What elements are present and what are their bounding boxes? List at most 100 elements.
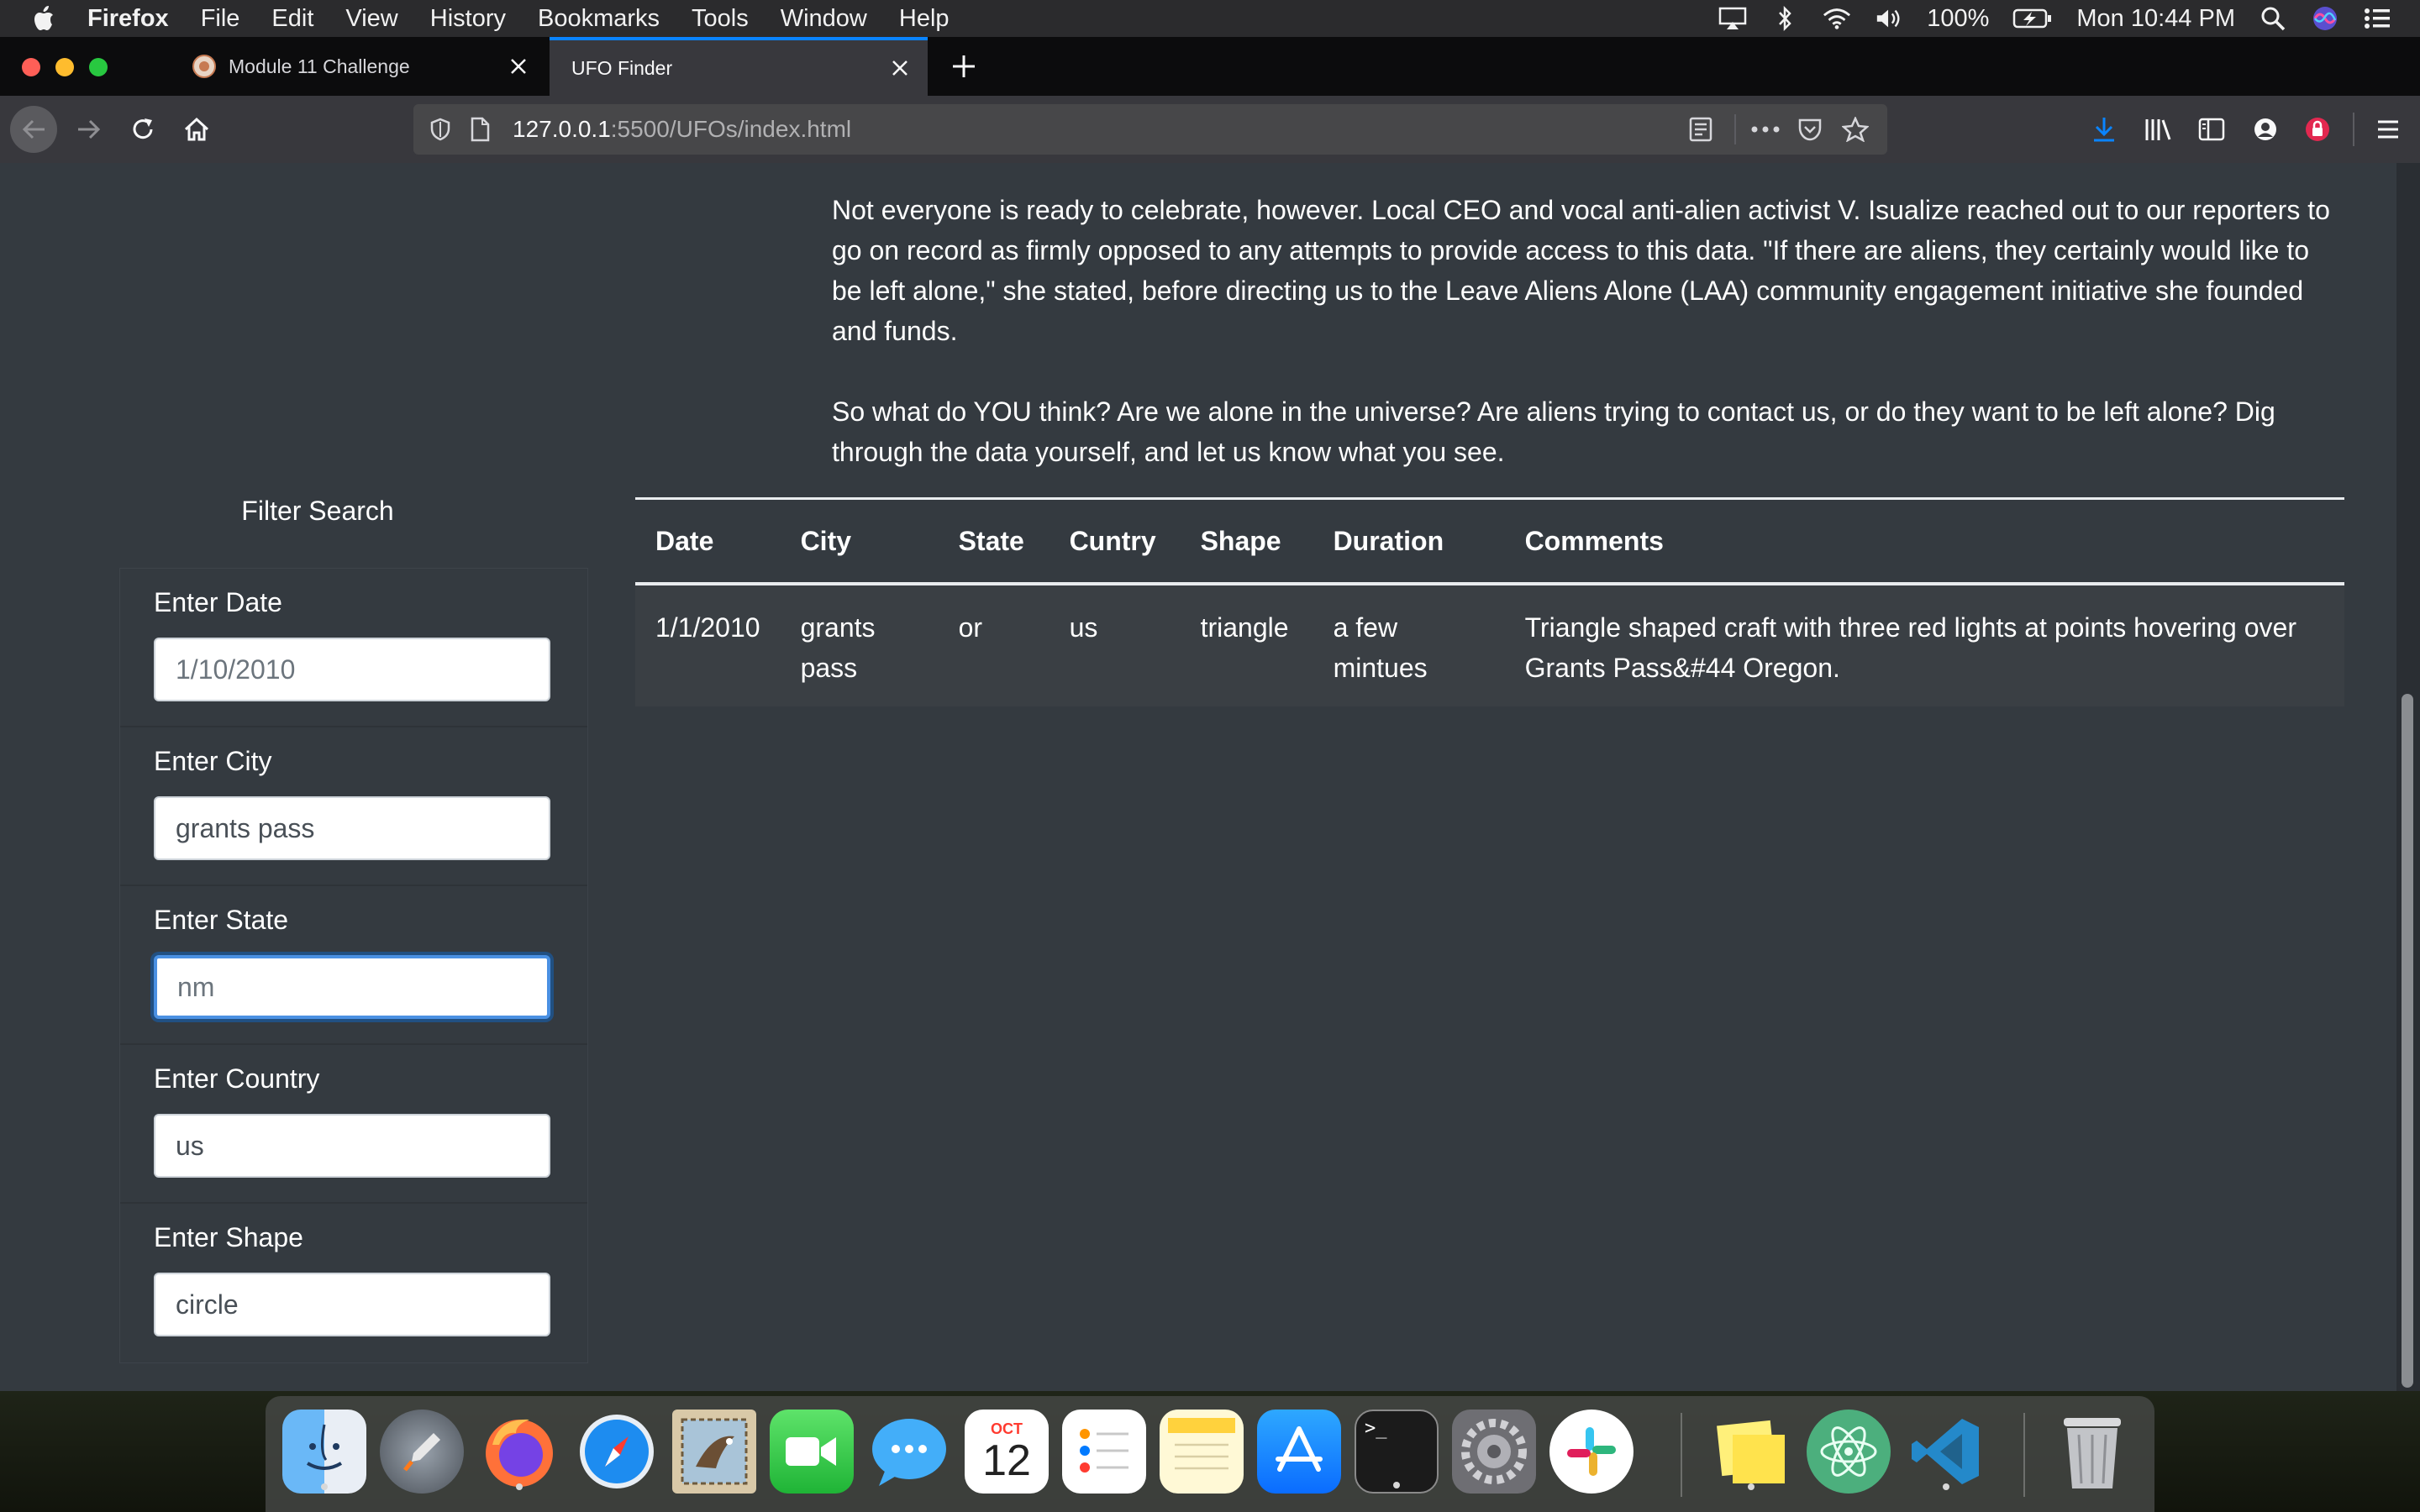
dock: OCT 12 >_ (266, 1396, 2154, 1512)
scrollbar-thumb[interactable] (2402, 694, 2413, 1388)
filter-label-shape: Enter Shape (154, 1222, 303, 1252)
firefox-icon[interactable] (477, 1410, 561, 1494)
tab-title: Module 11 Challenge (229, 55, 410, 77)
filter-label-date: Enter Date (154, 587, 282, 617)
cell-state: or (938, 584, 1050, 706)
menu-view[interactable]: View (345, 5, 397, 33)
system-preferences-icon[interactable] (1452, 1410, 1536, 1494)
menu-help[interactable]: Help (899, 5, 950, 33)
menubar-clock[interactable]: Mon 10:44 PM (2076, 5, 2235, 33)
dock-separator (2023, 1413, 2025, 1497)
filter-item-date: Enter Date (120, 569, 587, 727)
bookmark-star-icon[interactable] (1839, 104, 1872, 155)
home-icon[interactable] (173, 106, 220, 153)
reminders-icon[interactable] (1062, 1410, 1146, 1494)
page-info-icon[interactable] (466, 104, 494, 155)
notes-icon[interactable] (1160, 1410, 1244, 1494)
mail-icon[interactable] (672, 1410, 756, 1494)
url-path: :5500/UFOs/index.html (610, 116, 852, 142)
reload-icon[interactable] (119, 106, 166, 153)
messages-icon[interactable] (867, 1410, 951, 1494)
safari-icon[interactable] (575, 1410, 659, 1494)
column-header-state[interactable]: State (938, 497, 1050, 585)
vscode-icon[interactable] (1904, 1410, 1988, 1494)
table-row: 1/1/2010 grants pass or us triangle a fe… (635, 584, 2344, 706)
tracking-protection-shield-icon[interactable] (424, 104, 457, 155)
filter-label-city: Enter City (154, 746, 272, 776)
column-header-duration[interactable]: Duration (1313, 497, 1505, 585)
column-header-date[interactable]: Date (635, 497, 781, 585)
tab-close-icon[interactable] (509, 37, 528, 96)
menu-edit[interactable]: Edit (271, 5, 313, 33)
running-indicator (321, 1483, 328, 1490)
web-page-content: Not everyone is ready to celebrate, howe… (0, 163, 2396, 1391)
terminal-icon[interactable]: >_ (1355, 1410, 1439, 1494)
app-store-icon[interactable] (1257, 1410, 1341, 1494)
window-zoom-button[interactable] (89, 58, 108, 76)
forward-button[interactable] (66, 106, 113, 153)
slack-icon[interactable] (1549, 1410, 1634, 1494)
tab-title: UFO Finder (571, 56, 673, 79)
menu-bookmarks[interactable]: Bookmarks (538, 5, 660, 33)
calendar-icon[interactable]: OCT 12 (965, 1410, 1049, 1494)
menu-file[interactable]: File (201, 5, 240, 33)
cell-shape: triangle (1180, 584, 1313, 706)
dock-separator (1681, 1413, 1682, 1497)
filter-item-city: Enter City (120, 727, 587, 886)
cell-date: 1/1/2010 (635, 584, 781, 706)
wifi-icon[interactable] (1823, 6, 1851, 31)
tab-ufo-finder[interactable]: UFO Finder (550, 37, 928, 96)
column-header-country[interactable]: Cuntry (1049, 497, 1181, 585)
city-filter-input[interactable] (154, 796, 550, 860)
calendar-day: 12 (982, 1436, 1031, 1485)
downloads-icon[interactable] (2081, 106, 2128, 153)
bluetooth-icon[interactable] (1770, 6, 1799, 31)
running-indicator (516, 1483, 523, 1490)
column-header-city[interactable]: City (780, 497, 939, 585)
sidebar-toggle-icon[interactable] (2188, 106, 2235, 153)
stickies-icon[interactable] (1709, 1410, 1793, 1494)
finder-icon[interactable] (282, 1410, 366, 1494)
battery-charging-icon[interactable] (2012, 6, 2053, 31)
reader-view-icon[interactable] (1684, 104, 1718, 155)
tab-module-11-challenge[interactable]: Module 11 Challenge (180, 37, 546, 96)
back-button[interactable] (10, 106, 57, 153)
trash-icon[interactable] (2050, 1410, 2134, 1494)
hamburger-menu-icon[interactable] (2365, 106, 2412, 153)
facetime-icon[interactable] (770, 1410, 854, 1494)
menu-tools[interactable]: Tools (692, 5, 749, 33)
window-close-button[interactable] (22, 58, 40, 76)
launchpad-icon[interactable] (380, 1410, 464, 1494)
new-tab-button[interactable] (944, 37, 983, 96)
running-indicator (1748, 1483, 1754, 1490)
column-header-comments[interactable]: Comments (1504, 497, 2344, 585)
tab-favicon (192, 53, 218, 80)
shape-filter-input[interactable] (154, 1273, 550, 1336)
window-minimize-button[interactable] (55, 58, 74, 76)
calendar-month: OCT (991, 1420, 1023, 1437)
airplay-icon[interactable] (1718, 6, 1747, 31)
menu-bar: Firefox File Edit View History Bookmarks… (0, 0, 2420, 37)
url-bar[interactable]: 127.0.0.1:5500/UFOs/index.html (413, 104, 1887, 155)
battery-percent: 100% (1927, 4, 1990, 32)
date-filter-input[interactable] (154, 638, 550, 701)
library-icon[interactable] (2134, 106, 2181, 153)
spotlight-search-icon[interactable] (2259, 6, 2287, 31)
page-actions-more-icon[interactable] (1748, 104, 1783, 155)
state-filter-input[interactable] (154, 955, 550, 1019)
atom-icon[interactable] (1807, 1410, 1891, 1494)
pocket-icon[interactable] (1793, 104, 1827, 155)
menu-history[interactable]: History (430, 5, 506, 33)
column-header-shape[interactable]: Shape (1180, 497, 1313, 585)
menu-app-name[interactable]: Firefox (87, 5, 169, 33)
notification-center-icon[interactable] (2363, 6, 2391, 31)
extension-lock-icon[interactable] (2294, 106, 2341, 153)
menu-window[interactable]: Window (781, 5, 867, 33)
volume-icon[interactable] (1875, 6, 1903, 31)
siri-icon[interactable] (2311, 6, 2339, 31)
tab-close-icon[interactable] (891, 40, 909, 96)
country-filter-input[interactable] (154, 1114, 550, 1178)
apple-icon[interactable] (34, 4, 59, 33)
filter-item-shape: Enter Shape (120, 1204, 587, 1362)
account-icon[interactable] (2242, 106, 2289, 153)
